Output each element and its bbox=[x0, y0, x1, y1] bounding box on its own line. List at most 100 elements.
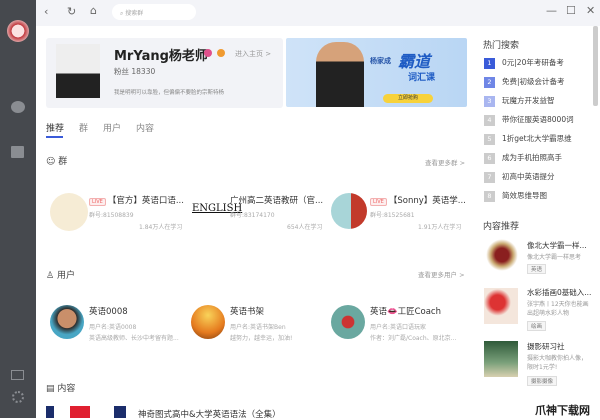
recommend-item-tag[interactable]: 英语 bbox=[527, 264, 547, 274]
recommend-title: 内容推荐 bbox=[483, 222, 520, 232]
promo-banner[interactable]: 杨家成 霸道 词汇课 立即抢购 bbox=[286, 38, 467, 107]
group-count: 654人在学习 bbox=[287, 224, 323, 231]
group-name[interactable]: 广州高二英语教研（官... bbox=[230, 194, 323, 206]
enter-homepage-link[interactable]: 进入主页 > bbox=[235, 49, 271, 59]
hot-search-title: 热门搜索 bbox=[483, 41, 520, 51]
minimize-icon[interactable]: — bbox=[546, 5, 557, 17]
recommend-item-tag[interactable]: 绘画 bbox=[527, 321, 547, 331]
back-icon[interactable]: ‹ bbox=[44, 6, 48, 18]
user-name[interactable]: 英语0008 bbox=[89, 305, 128, 317]
hot-search-label: 1折get北大学霸思维 bbox=[502, 134, 572, 143]
hot-search-item[interactable]: 2 免费|初级会计备考 bbox=[484, 76, 565, 88]
user-username: 用户名:英语书架Ben bbox=[230, 324, 286, 331]
more-groups-link[interactable]: 查看更多群 > bbox=[425, 157, 465, 167]
task-icon[interactable] bbox=[11, 146, 24, 158]
recommend-item-title[interactable]: 水彩插画0基础入... bbox=[527, 287, 591, 298]
recommend-item-title[interactable]: 像北大学霸一样... bbox=[527, 240, 587, 251]
hot-search-item[interactable]: 1 0元|20年考研备考 bbox=[484, 57, 564, 69]
tab-content[interactable]: 内容 bbox=[136, 121, 154, 134]
tab-users[interactable]: 用户 bbox=[103, 121, 121, 134]
user-username: 用户名:英语口语玩家 bbox=[370, 324, 427, 331]
banner-person bbox=[316, 42, 364, 107]
rank-badge: 6 bbox=[484, 153, 495, 164]
content-icon: ▤ bbox=[46, 384, 58, 394]
left-sidebar bbox=[0, 0, 36, 418]
recommend-thumb[interactable] bbox=[486, 239, 518, 271]
refresh-icon[interactable]: ↻ bbox=[67, 6, 76, 18]
rank-badge: 4 bbox=[484, 115, 495, 126]
user-avatar[interactable] bbox=[191, 305, 225, 339]
hot-search-label: 0元|20年考研备考 bbox=[502, 58, 564, 67]
users-section-title: ♙ 用户 bbox=[46, 271, 75, 281]
settings-icon[interactable] bbox=[12, 391, 24, 403]
profile-photo bbox=[56, 44, 100, 98]
close-icon[interactable]: ✕ bbox=[586, 5, 595, 17]
verified-icon bbox=[217, 49, 225, 57]
groups-section-title: ☺ 群 bbox=[46, 157, 68, 167]
hot-search-item[interactable]: 6 成为手机拍照高手 bbox=[484, 152, 562, 164]
group-avatar[interactable] bbox=[50, 193, 88, 231]
profile-card: MrYang杨老师 进入主页 > 粉丝 18330 我是明明可以靠脸，但偏偏不要… bbox=[46, 38, 283, 108]
content-thumbnail[interactable] bbox=[46, 406, 126, 418]
group-count: 1.91万人在学习 bbox=[418, 224, 462, 231]
scrollbar[interactable] bbox=[593, 26, 598, 106]
hot-search-label: 成为手机拍照高手 bbox=[502, 153, 562, 162]
profile-bio: 我是明明可以靠脸，但偏偏不要脸的宗斯特杨 bbox=[114, 90, 225, 96]
tab-underline bbox=[46, 136, 63, 138]
hot-search-item[interactable]: 7 初高中英语提分 bbox=[484, 171, 555, 183]
group-name[interactable]: LIVE 【Sonny】英语学... bbox=[370, 194, 466, 206]
user-name[interactable]: 英语书架 bbox=[230, 305, 264, 317]
fans-count: 粉丝 18330 bbox=[114, 67, 156, 76]
recommend-thumb[interactable] bbox=[484, 341, 518, 377]
user-avatar[interactable] bbox=[50, 305, 84, 339]
hot-search-label: 带你征服英语8000词 bbox=[502, 115, 574, 124]
group-avatar[interactable] bbox=[331, 193, 367, 229]
hot-search-item[interactable]: 3 玩魔方开发益智 bbox=[484, 95, 555, 107]
chat-icon[interactable] bbox=[11, 101, 25, 113]
user-avatar[interactable] bbox=[7, 20, 29, 42]
home-icon[interactable]: ⌂ bbox=[90, 5, 97, 17]
content-section-title: ▤ 内容 bbox=[46, 384, 76, 394]
group-count: 1.84万人在学习 bbox=[139, 224, 183, 231]
search-input[interactable]: ⌕ 搜索群 bbox=[112, 4, 196, 20]
banner-name: 杨家成 bbox=[370, 57, 391, 65]
rank-badge: 2 bbox=[484, 77, 495, 88]
rank-badge: 3 bbox=[484, 96, 495, 107]
recommend-item-tag[interactable]: 摄影摄像 bbox=[527, 376, 558, 386]
banner-title: 霸道 bbox=[398, 52, 431, 71]
recommend-thumb[interactable] bbox=[484, 288, 518, 324]
rank-badge: 1 bbox=[484, 58, 495, 69]
group-id: 群号:81508839 bbox=[89, 212, 134, 219]
content-title[interactable]: 神奇图式高中&大学英语语法（全集） bbox=[138, 408, 281, 420]
hot-search-label: 初高中英语提分 bbox=[502, 172, 555, 181]
hot-search-item[interactable]: 8 简效思维导图 bbox=[484, 190, 547, 202]
hot-search-item[interactable]: 4 带你征服英语8000词 bbox=[484, 114, 574, 126]
tab-groups[interactable]: 群 bbox=[79, 121, 88, 134]
group-icon: ☺ bbox=[46, 157, 59, 167]
user-username: 用户名:英语0008 bbox=[89, 324, 137, 331]
group-id: 群号:83174170 bbox=[230, 212, 275, 219]
user-avatar[interactable] bbox=[331, 305, 365, 339]
hot-search-item[interactable]: 5 1折get北大学霸思维 bbox=[484, 133, 572, 145]
monitor-icon[interactable] bbox=[11, 370, 24, 380]
recommend-item-desc: 张宇燕丨12天你也能画出超萌水彩人物 bbox=[527, 301, 589, 317]
maximize-icon[interactable]: ☐ bbox=[566, 5, 576, 17]
hot-search-label: 免费|初级会计备考 bbox=[502, 77, 565, 86]
hot-search-label: 简效思维导图 bbox=[502, 191, 547, 200]
recommend-item-desc: 摄影大咖教你拍人像，限时1元学! bbox=[527, 355, 588, 371]
user-name[interactable]: 英语👄工匠Coach bbox=[370, 305, 441, 317]
user-desc: 英语高级教师、长沙中考留有题... bbox=[89, 335, 179, 342]
group-id: 群号:81525681 bbox=[370, 212, 415, 219]
rank-badge: 7 bbox=[484, 172, 495, 183]
user-icon: ♙ bbox=[46, 271, 57, 281]
more-users-link[interactable]: 查看更多用户 > bbox=[418, 269, 465, 279]
tab-recommend[interactable]: 推荐 bbox=[46, 121, 64, 134]
banner-cta[interactable]: 立即抢购 bbox=[383, 94, 433, 103]
recommend-item-desc: 像北大学霸一样思考 bbox=[527, 254, 582, 261]
recommend-item-title[interactable]: 摄影研习社 bbox=[527, 341, 565, 352]
rank-badge: 5 bbox=[484, 134, 495, 145]
group-name[interactable]: LIVE 【官方】英语口语... bbox=[89, 194, 184, 206]
badge-icon bbox=[204, 49, 212, 57]
banner-subtitle: 词汇课 bbox=[408, 73, 436, 83]
user-desc: 越努力，越幸运，加油! bbox=[230, 335, 293, 342]
